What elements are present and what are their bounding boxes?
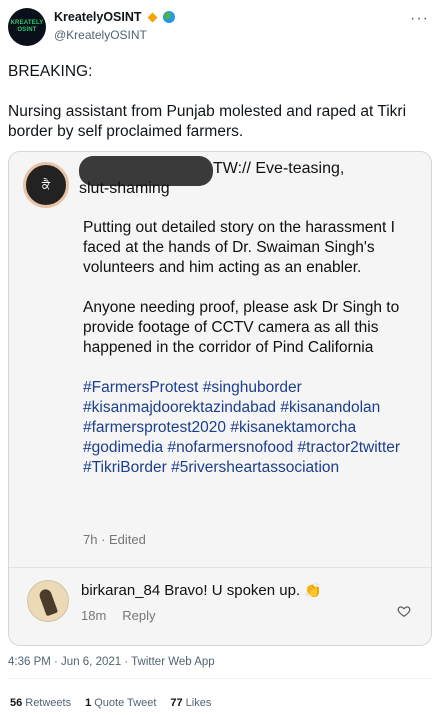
divider bbox=[8, 678, 433, 679]
likes-stat[interactable]: 77 Likes bbox=[170, 697, 211, 709]
comment-meta: 18m Reply bbox=[81, 608, 156, 623]
author-handle[interactable]: @KreatelyOSINT bbox=[54, 28, 147, 42]
story-header-tw-2: slut-shaming bbox=[79, 180, 170, 197]
retweets-label: Retweets bbox=[25, 697, 72, 709]
avatar-logo-text: KREATELY OSINT bbox=[10, 20, 44, 33]
story-body: Putting out detailed story on the harass… bbox=[83, 218, 423, 498]
story-hashtags: #FarmersProtest #singhuborder #kisanmajd… bbox=[83, 379, 401, 476]
likes-count: 77 bbox=[170, 697, 183, 709]
story-avatar-text: ਕੈ bbox=[41, 177, 51, 192]
heart-icon bbox=[397, 606, 411, 617]
author-avatar[interactable]: KREATELY OSINT bbox=[8, 8, 46, 46]
comment-line: birkaran_84 Bravo! U spoken up. 👏 bbox=[81, 582, 322, 599]
clap-emoji-icon: 👏 bbox=[304, 582, 322, 598]
comment-text: Bravo! U spoken up. bbox=[164, 582, 301, 599]
quotes-count: 1 bbox=[85, 697, 92, 709]
retweets-stat[interactable]: 56 Retweets bbox=[10, 697, 71, 709]
quotes-label: Quote Tweet bbox=[94, 697, 157, 709]
tweet-text: BREAKING: Nursing assistant from Punjab … bbox=[8, 62, 433, 162]
globe-icon bbox=[162, 11, 175, 23]
story-avatar: ਕੈ bbox=[23, 162, 69, 208]
author-name-row: KreatelyOSINT bbox=[54, 10, 175, 24]
tweet-text-line1: BREAKING: bbox=[8, 63, 93, 80]
quote-tweets-stat[interactable]: 1 Quote Tweet bbox=[85, 697, 156, 709]
story-paragraph-1: Putting out detailed story on the harass… bbox=[83, 219, 395, 276]
story-paragraph-2: Anyone needing proof, please ask Dr Sing… bbox=[83, 299, 400, 356]
comment-reply: Reply bbox=[122, 608, 156, 623]
engagement-stats: 56 Retweets 1 Quote Tweet 77 Likes bbox=[10, 697, 211, 709]
comment-age: 18m bbox=[81, 608, 107, 623]
retweets-count: 56 bbox=[10, 697, 23, 709]
affiliate-badge-icon bbox=[147, 12, 157, 22]
tweet-text-line2: Nursing assistant from Punjab molested a… bbox=[8, 103, 407, 140]
story-header-tw: TW:// Eve-teasing, bbox=[213, 160, 345, 177]
author-display-name[interactable]: KreatelyOSINT bbox=[54, 10, 142, 24]
commenter-avatar bbox=[27, 580, 69, 622]
likes-label: Likes bbox=[185, 697, 212, 709]
tweet-image[interactable]: ਕੈ TW:// Eve-teasing, slut-shaming Putti… bbox=[8, 151, 432, 646]
screenshot-post: ਕੈ TW:// Eve-teasing, slut-shaming Putti… bbox=[9, 152, 431, 567]
commenter-avatar-figure bbox=[37, 587, 59, 617]
comment-row: birkaran_84 Bravo! U spoken up. 👏 18m Re… bbox=[9, 567, 431, 645]
tweet-header: KREATELY OSINT KreatelyOSINT @KreatelyOS… bbox=[0, 0, 441, 56]
tweet-timestamp[interactable]: 4:36 PM · Jun 6, 2021 · Twitter Web App bbox=[8, 656, 215, 668]
commenter-username: birkaran_84 bbox=[81, 582, 161, 599]
more-options-icon[interactable]: ··· bbox=[410, 10, 429, 28]
story-timestamp: 7h · Edited bbox=[83, 532, 146, 547]
